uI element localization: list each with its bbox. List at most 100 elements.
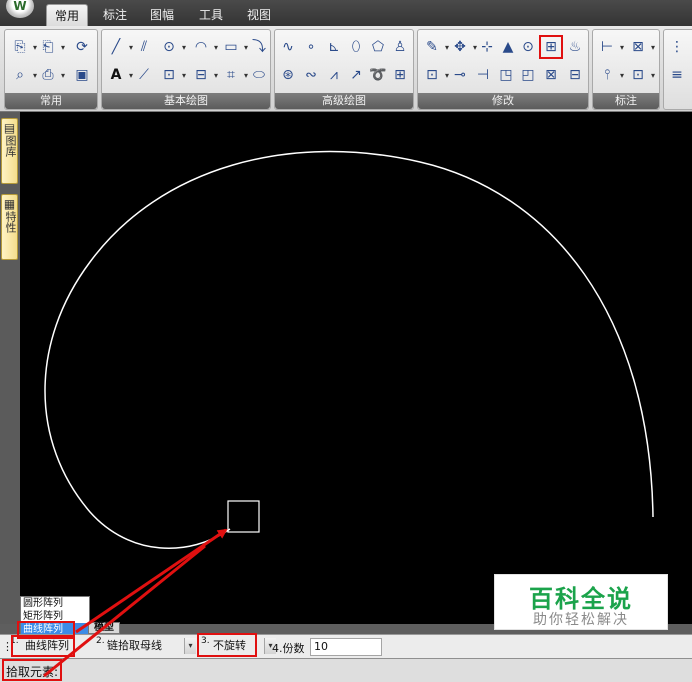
rotation-combo[interactable]: 不旋转 ▾ [210,638,276,656]
tab-tools[interactable]: 工具 [192,4,230,26]
array-type-value: 曲线阵列 [25,639,69,652]
slot-icon[interactable]: ⬯ [347,38,365,56]
status-bar: 拾取元素: [0,658,692,682]
curve-path[interactable] [44,150,654,549]
properties-icon[interactable]: ⋮ [668,38,686,56]
polyline-icon[interactable]: ⤵ [250,38,268,56]
tab-common[interactable]: 常用 [46,4,88,26]
paste-icon[interactable]: ⎗ [39,38,65,57]
trim-icon[interactable]: ⊸ [451,66,469,84]
status-prompt: 拾取元素: [6,665,59,679]
break-line-icon[interactable]: ⩘ [325,66,343,84]
group-common: ⎘ ⎗ ⟳ ⌕ ⎙ ▣ 常用 [4,29,98,110]
group-title-dimension: 标注 [593,93,659,109]
wave-line-icon[interactable]: ∾ [302,66,320,84]
side-tab-properties-label: 特性 [4,211,17,233]
library-icon: ▤ [3,121,16,135]
rectangle-icon[interactable]: ▭ [222,38,248,57]
parallel-line-icon[interactable]: ⫽ [135,38,153,56]
group-advanced-draw: ∿ ∘ ⊾ ⬯ ⬠ ♙ ⊛ ∾ ⩘ ↗ ➰ ⊞ 高级绘图 [274,29,414,110]
watermark-subtitle: 助你轻松解决 [533,612,629,628]
print-icon[interactable]: ⎙ [39,66,65,85]
tab-annotate[interactable]: 标注 [96,4,134,26]
hatch-icon[interactable]: ⊟ [192,66,218,85]
group-extra: ⋮ ≡ [663,29,692,110]
group-title-common: 常用 [5,93,97,109]
gear-icon[interactable]: ⊛ [279,66,297,84]
count-value: 10 [314,640,328,653]
option-3-prefix: 3. [201,636,210,646]
annotation-style-icon[interactable]: ⊡ [629,66,655,85]
arrow-icon[interactable]: ↗ [347,66,365,84]
drawing-canvas[interactable] [20,112,692,624]
group-dimension: ⊢ ⊠ ⫯ ⊡ 标注 [592,29,660,110]
tolerance-icon[interactable]: ⫯ [598,66,624,85]
model-tab[interactable]: 模型 [88,622,120,634]
count-input[interactable]: 10 [310,638,382,656]
linear-dim-icon[interactable]: ⊢ [598,38,624,57]
angle-line-icon[interactable]: ⊾ [325,38,343,56]
extend-icon[interactable]: ⊣ [474,66,492,84]
stretch-icon[interactable]: ⊟ [566,66,584,84]
explode-icon[interactable]: ⊠ [542,66,560,84]
array-type-dropdown[interactable]: 圆形阵列 矩形阵列 曲线阵列 [20,596,90,636]
array-type-combo[interactable]: 曲线阵列 [22,638,86,656]
pick-box [227,500,260,533]
move-icon[interactable]: ✥ [451,38,477,57]
layer-icon[interactable]: ▣ [73,66,91,84]
option-1-prefix: 1. [10,636,19,646]
properties-panel-icon: ▦ [3,197,16,211]
spring-icon[interactable]: ➰ [369,66,387,84]
group-title-advanced-draw: 高级绘图 [275,93,413,109]
point-icon[interactable]: ∘ [302,38,320,56]
ellipse-icon[interactable]: ⬭ [250,66,268,84]
fillet-icon[interactable]: ◰ [519,66,537,84]
pawn-icon[interactable]: ♙ [391,38,409,56]
side-tab-library-label: 图库 [4,135,17,157]
line-icon[interactable]: ╱ [107,38,133,57]
option-rectangular-array[interactable]: 矩形阵列 [21,610,89,623]
side-tab-properties[interactable]: ▦ 特性 [1,194,18,260]
group-title-basic-draw: 基本绘图 [102,93,270,109]
copy-icon[interactable]: ⎘ [11,38,37,57]
select-icon[interactable]: ⊡ [423,66,449,85]
tab-sheet[interactable]: 图幅 [143,4,181,26]
pick-mode-dropdown-icon[interactable]: ▾ [184,638,196,654]
circle-icon[interactable]: ⊙ [160,38,186,57]
ribbon: ⎘ ⎗ ⟳ ⌕ ⎙ ▣ 常用 ╱ ⫽ ⊙ ◠ ▭ ⤵ A ⟋ ⊡ ⊟ ⌗ ⬭ 基… [0,26,692,112]
menu-lines-icon[interactable]: ≡ [668,66,686,84]
dim-style-icon[interactable]: ⊠ [629,38,655,57]
canvas-drawing [44,150,654,549]
erase-icon[interactable]: ✎ [423,38,449,57]
chamfer-icon[interactable]: ◳ [497,66,515,84]
app-logo-icon[interactable]: W [6,0,34,18]
offset-icon[interactable]: ♨ [566,38,584,56]
arc-icon[interactable]: ◠ [192,38,218,57]
zoom-icon[interactable]: ⌕ [11,66,37,85]
pick-mode-combo[interactable]: 链拾取母线 ▾ [104,638,196,656]
option-circular-array[interactable]: 圆形阵列 [21,597,89,610]
polygon-icon[interactable]: ⬠ [369,38,387,56]
tab-view[interactable]: 视图 [240,4,278,26]
count-label: 4.份数 [272,642,305,655]
spline-icon[interactable]: ∿ [279,38,297,56]
side-panel: ▤ 图库 ▦ 特性 [0,112,20,624]
mirror-icon[interactable]: ▲ [499,38,517,56]
command-option-bar: ⋮ 1. 曲线阵列 2. 链拾取母线 ▾ 3. 不旋转 ▾ 4.份数 10 [0,634,692,658]
ribbon-tab-bar: W 常用 标注 图幅 工具 视图 [0,0,692,26]
refresh-icon[interactable]: ⟳ [73,38,91,56]
text-icon[interactable]: A [107,66,133,85]
app-logo-glyph: W [13,0,27,13]
watermark-logo: 百科全说 助你轻松解决 [494,574,668,630]
array-icon[interactable]: ⊞ [539,35,563,59]
rotation-value: 不旋转 [213,639,246,652]
grid-icon[interactable]: ⌗ [222,66,248,85]
group-modify: ✎ ✥ ⊹ ▲ ⊙ ⊞ ♨ ⊡ ⊸ ⊣ ◳ ◰ ⊠ ⊟ 修改 [417,29,589,110]
rotate-icon[interactable]: ⊙ [519,38,537,56]
block-icon[interactable]: ⊡ [160,66,186,85]
group-title-modify: 修改 [418,93,588,109]
table-icon[interactable]: ⊞ [391,66,409,84]
side-tab-library[interactable]: ▤ 图库 [1,118,18,184]
scale-icon[interactable]: ⊹ [478,38,496,56]
centerline-icon[interactable]: ⟋ [135,66,153,84]
